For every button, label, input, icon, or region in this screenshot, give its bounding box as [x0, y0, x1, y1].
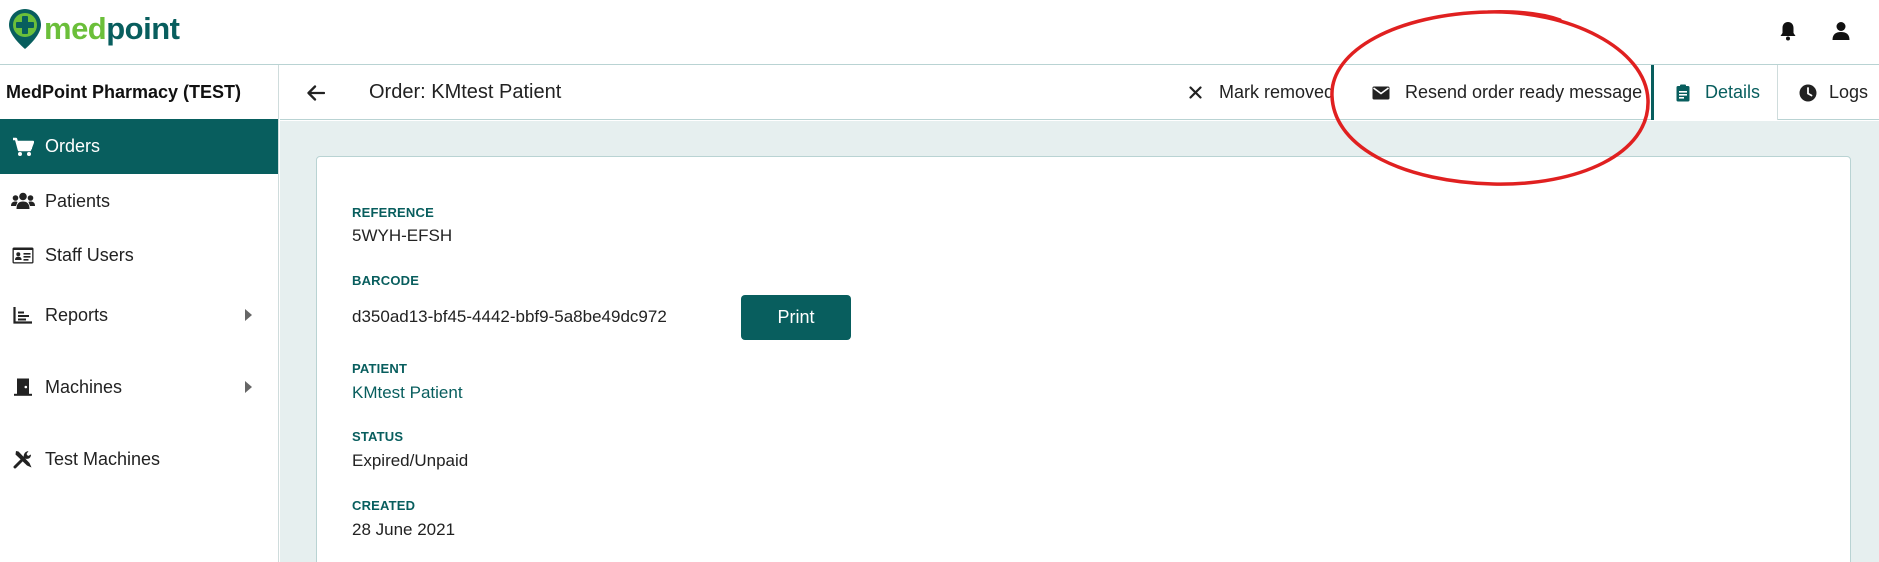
chevron-right-icon [245, 309, 252, 321]
tab-logs-label: Logs [1829, 82, 1869, 102]
users-icon [11, 189, 35, 213]
cart-icon [11, 135, 35, 159]
envelope-icon [1371, 83, 1391, 103]
print-button[interactable]: Print [741, 295, 851, 340]
tools-icon [11, 447, 35, 471]
sidebar-item-patients[interactable]: Patients [0, 174, 278, 228]
sidebar-item-staff-users[interactable]: Staff Users [0, 228, 278, 283]
status-value: Expired/Unpaid [352, 451, 469, 470]
reference-value: 5WYH-EFSH [352, 226, 453, 245]
sidebar-item-label: Patients [45, 190, 111, 211]
id-card-icon [11, 244, 35, 268]
clipboard-icon [1674, 83, 1692, 103]
created-label: CREATED [352, 498, 416, 513]
back-arrow-icon[interactable] [304, 81, 328, 105]
tab-logs[interactable]: Logs [1777, 65, 1879, 120]
status-label: STATUS [352, 429, 404, 444]
door-icon [11, 375, 35, 399]
clock-icon [1798, 83, 1818, 103]
resend-label: Resend order ready message [1405, 82, 1643, 102]
patient-link[interactable]: KMtest Patient [352, 383, 463, 403]
user-icon[interactable] [1828, 18, 1854, 44]
sidebar-item-label: Reports [45, 304, 109, 325]
logo-text: medpoint [44, 11, 180, 46]
sidebar-item-label: Machines [45, 376, 123, 397]
mark-removed-button[interactable]: Mark removed [1185, 65, 1334, 120]
patient-label: PATIENT [352, 361, 408, 376]
content-area: REFERENCE 5WYH-EFSH BARCODE d350ad13-bf4… [280, 121, 1879, 562]
page-title: Order: KMtest Patient [369, 81, 562, 103]
sidebar-item-machines[interactable]: Machines [0, 347, 278, 427]
tab-details-label: Details [1705, 82, 1761, 102]
sidebar-item-label: Test Machines [45, 448, 161, 469]
sidebar-item-test-machines[interactable]: Test Machines [0, 427, 278, 491]
top-bar: medpoint [0, 0, 1879, 65]
barcode-value: d350ad13-bf45-4442-bbf9-5a8be49dc972 [352, 307, 667, 326]
mark-removed-label: Mark removed [1219, 82, 1335, 102]
medpoint-logo[interactable]: medpoint [8, 8, 180, 50]
sidebar-item-label: Orders [45, 136, 101, 156]
order-details-card: REFERENCE 5WYH-EFSH BARCODE d350ad13-bf4… [316, 156, 1851, 562]
close-icon [1185, 83, 1205, 103]
bell-icon[interactable] [1775, 18, 1801, 44]
sidebar: MedPoint Pharmacy (TEST) Orders Patients… [0, 65, 279, 562]
sidebar-item-orders[interactable]: Orders [0, 119, 278, 174]
order-header: Order: KMtest Patient Mark removed Resen… [280, 65, 1879, 120]
logo-pin-icon [8, 8, 42, 50]
barcode-label: BARCODE [352, 273, 420, 288]
created-value: 28 June 2021 [352, 520, 456, 539]
sidebar-item-reports[interactable]: Reports [0, 283, 278, 347]
sidebar-item-label: Staff Users [45, 245, 134, 265]
resend-order-ready-button[interactable]: Resend order ready message [1371, 65, 1642, 120]
reference-label: REFERENCE [352, 205, 434, 220]
chevron-right-icon [245, 381, 252, 393]
tab-details[interactable]: Details [1651, 65, 1777, 120]
chart-icon [11, 303, 35, 327]
pharmacy-name: MedPoint Pharmacy (TEST) [0, 65, 278, 120]
